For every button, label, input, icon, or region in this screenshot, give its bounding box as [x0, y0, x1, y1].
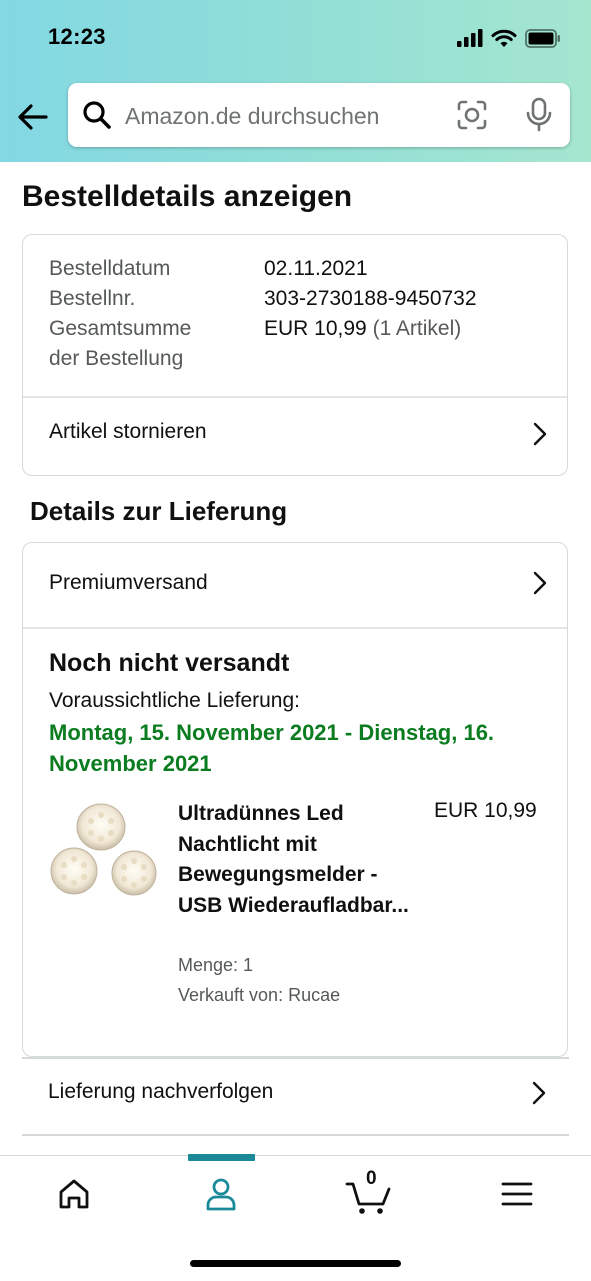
cart-count-badge: 0: [366, 1168, 377, 1189]
order-total-items: (1 Artikel): [372, 317, 462, 340]
bottom-navigation: 0: [0, 1154, 591, 1281]
order-total-label: Gesamtsumme der Bestellung: [49, 317, 191, 371]
app-header: 12:23 Amazon.de durchsuchen: [0, 0, 591, 162]
product-image[interactable]: [49, 799, 161, 911]
product-title[interactable]: Ultradünnes Led Nachtlicht mit Bewegungs…: [178, 799, 418, 921]
order-date-label: Bestelldatum: [49, 257, 171, 280]
search-icon: [83, 101, 111, 129]
microphone-icon[interactable]: [524, 97, 554, 133]
order-total-value: EUR 10,99 (1 Artikel): [264, 317, 461, 341]
divider: [22, 1057, 569, 1059]
status-time: 12:23: [48, 24, 106, 49]
page-title: Bestelldetails anzeigen: [22, 180, 353, 213]
delivery-card: Premiumversand Noch nicht versandt Vorau…: [22, 542, 568, 1057]
chevron-right-icon: [532, 1081, 546, 1105]
order-total-amount: EUR 10,99: [264, 317, 367, 340]
product-seller: Verkauft von: Rucae: [178, 985, 341, 1005]
divider: [22, 1134, 569, 1136]
divider: [23, 396, 567, 398]
camera-icon[interactable]: [456, 99, 488, 131]
track-delivery-link[interactable]: Lieferung nachverfolgen: [48, 1080, 273, 1104]
menu-icon[interactable]: [495, 1172, 539, 1216]
home-indicator: [190, 1260, 401, 1267]
shipment-status: Noch nicht versandt: [49, 649, 290, 677]
product-price: EUR 10,99: [434, 799, 537, 822]
order-date-value: 02.11.2021: [264, 257, 368, 280]
order-total-label-line1: Gesamtsumme: [49, 317, 192, 340]
cellular-signal-icon: [457, 29, 483, 47]
divider: [23, 627, 567, 629]
cancel-item-link[interactable]: Artikel stornieren: [49, 420, 207, 444]
account-icon[interactable]: [199, 1172, 243, 1216]
active-tab-indicator: [188, 1154, 255, 1161]
order-number-value: 303-2730188-9450732: [264, 287, 477, 310]
chevron-right-icon: [533, 571, 547, 595]
product-quantity: Menge: 1: [178, 955, 254, 975]
battery-icon: [525, 28, 560, 48]
back-arrow-icon[interactable]: [16, 100, 50, 134]
search-input[interactable]: Amazon.de durchsuchen: [125, 103, 379, 130]
order-total-label-line2: der Bestellung: [49, 347, 184, 370]
chevron-right-icon: [533, 422, 547, 446]
home-icon[interactable]: [52, 1172, 96, 1216]
delivery-section-title: Details zur Lieferung: [30, 496, 288, 526]
wifi-icon: [491, 29, 517, 47]
shipping-method-link[interactable]: Premiumversand: [49, 571, 208, 595]
expected-delivery-dates: Montag, 15. November 2021 - Dienstag, 16…: [49, 720, 495, 776]
expected-delivery-label: Voraussichtliche Lieferung:: [49, 689, 300, 712]
status-icons: [457, 27, 561, 49]
order-summary-card: Bestelldatum 02.11.2021 Bestellnr. 303-2…: [22, 234, 568, 476]
order-number-label: Bestellnr.: [49, 287, 136, 310]
search-bar[interactable]: Amazon.de durchsuchen: [68, 83, 570, 147]
